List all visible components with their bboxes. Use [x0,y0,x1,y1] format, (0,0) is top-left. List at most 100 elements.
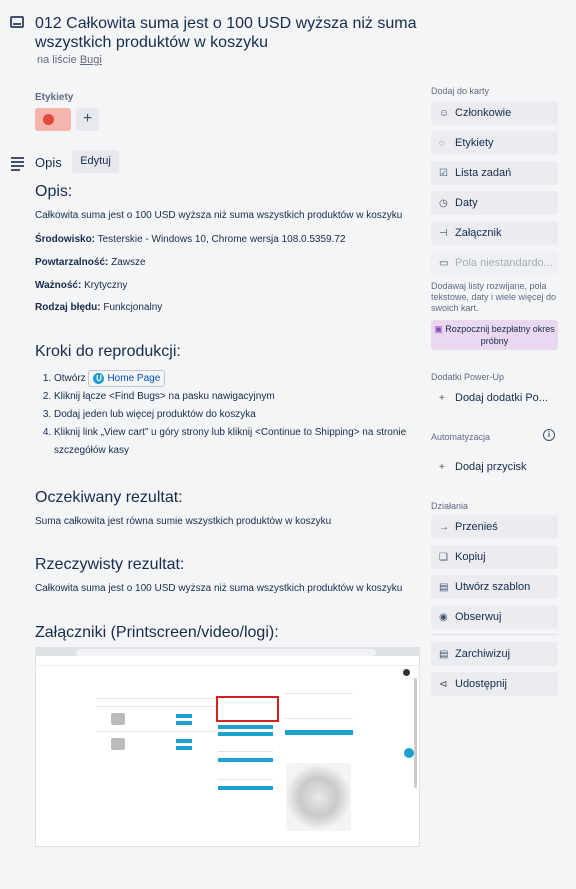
severity-value: Krytyczny [84,280,128,291]
move-button[interactable]: → Przenieś [431,515,558,539]
card-title[interactable]: 012 Całkowita suma jest o 100 USD wyższa… [35,14,435,52]
labels-heading: Etykiety [35,92,74,103]
product-thumbnail [111,713,125,725]
list-link[interactable]: Bugi [80,54,102,66]
home-page-link[interactable]: U Home Page [88,370,166,387]
attachment-button[interactable]: ⊣ Załącznik [431,221,558,245]
labels-button[interactable]: ◌ Etykiety [431,131,558,155]
add-label-button[interactable]: + [76,108,99,131]
automation-heading: Automatyzacja [431,432,491,442]
add-to-card-heading: Dodaj do karty [431,86,490,96]
attachment-label: Załącznik [455,227,502,239]
steps-list: Otwórz UHome Page Kliknij łącze <Find Bu… [37,370,407,460]
repeatability-line: Powtarzalność: Zawsze [35,256,146,269]
card-list-info: na liście Bugi [37,54,102,66]
product-image [286,763,351,831]
edit-description-button[interactable]: Edytuj [72,150,119,173]
browser-tabbar [36,648,419,656]
steps-heading: Kroki do reprodukcji: [35,343,181,360]
add-button-label: Dodaj przycisk [455,461,527,473]
custom-fields-label: Pola niestandardo... [455,257,553,269]
members-label: Członkowie [455,107,512,119]
product-thumbnail [111,738,125,750]
share-button[interactable]: ⊲ Udostępnij [431,672,558,696]
cart-icon [404,748,414,758]
add-powerups-button[interactable]: + Dodaj dodatki Po... [431,386,558,410]
clock-icon: ◷ [439,198,448,209]
environment-line: Środowisko: Testerskie - Windows 10, Chr… [35,233,346,246]
summary-text: Całkowita suma jest o 100 USD wyższa niż… [35,210,403,221]
card-icon [10,16,24,28]
archive-label: Zarchiwizuj [455,648,511,660]
tag-icon: ◌ [439,138,445,149]
actions-heading: Działania [431,501,469,511]
add-button-button[interactable]: + Dodaj przycisk [431,455,558,479]
expected-heading: Oczekiwany rezultat: [35,489,183,506]
archive-button[interactable]: ▤ Zarchiwizuj [431,642,558,666]
actions-divider [431,634,558,635]
bug-type-line: Rodzaj błędu: Funkcjonalny [35,301,162,314]
custom-fields-note: Dodawaj listy rozwijane, pola tekstowe, … [431,281,557,313]
dates-label: Daty [455,197,478,209]
step-item: Kliknij link „View cart” u góry strony l… [54,424,407,460]
checklist-button[interactable]: ☑ Lista zadań [431,161,558,185]
dates-button[interactable]: ◷ Daty [431,191,558,215]
opis-heading: Opis: [35,183,73,200]
list-prefix: na liście [37,54,77,66]
person-icon: ☺ [439,108,450,119]
custom-fields-button[interactable]: ▭ Pola niestandardo... [431,251,558,275]
step-item: Otwórz UHome Page [54,370,407,388]
copy-button[interactable]: ❏ Kopiuj [431,545,558,569]
type-label: Rodzaj błędu: [35,302,101,313]
create-template-button[interactable]: ▤ Utwórz szablon [431,575,558,599]
plus-icon: + [439,393,445,404]
label-chip-red[interactable] [35,108,71,131]
share-icon: ⊲ [439,679,448,690]
trial-label: Rozpocznij bezpłatny okres próbny [445,324,555,346]
attachment-screenshot[interactable] [35,647,420,847]
browser-bookmarks [36,656,419,666]
watch-button[interactable]: ◉ Obserwuj [431,605,558,629]
type-value: Funkcjonalny [103,302,163,313]
help-icon [403,669,410,676]
severity-line: Ważność: Krytyczny [35,279,127,292]
step-item: Dodaj jeden lub więcej produktów do kosz… [54,406,407,424]
info-icon[interactable]: i [543,429,555,441]
env-value: Testerskie - Windows 10, Chrome wersja 1… [97,234,346,245]
actual-text: Całkowita suma jest o 100 USD wyższa niż… [35,583,403,594]
step1-text: Otwórz [54,373,86,384]
copy-label: Kopiuj [455,551,486,563]
checkbox-icon: ☑ [439,168,448,179]
env-label: Środowisko: [35,234,96,245]
template-label: Utwórz szablon [455,581,531,593]
checklist-label: Lista zadań [455,167,512,179]
browser-url-bar [76,649,376,656]
actual-heading: Rzeczywisty rezultat: [35,556,185,573]
description-heading: Opis [35,155,62,170]
home-page-link-label: Home Page [107,373,161,384]
share-label: Udostępnij [455,678,507,690]
severity-label: Ważność: [35,280,82,291]
attachments-heading: Załączniki (Printscreen/video/logi): [35,624,279,641]
expected-text: Suma całkowita jest równa sumie wszystki… [35,516,332,527]
site-logo-icon: U [93,373,105,384]
copy-icon: ❏ [439,552,448,563]
eye-icon: ◉ [439,612,448,623]
labels-label: Etykiety [455,137,494,149]
scrollbar [414,678,417,788]
step-item: Kliknij łącze <Find Bugs> na pasku nawig… [54,388,407,406]
paperclip-icon: ⊣ [439,228,448,239]
trial-icon: ▣ [434,324,443,334]
start-trial-button[interactable]: ▣ Rozpocznij bezpłatny okres próbny [431,320,558,350]
template-icon: ▤ [439,582,449,593]
archive-icon: ▤ [439,649,449,660]
add-powerups-label: Dodaj dodatki Po... [455,392,548,404]
description-icon [11,157,24,173]
label-dot-icon [43,114,54,125]
watch-label: Obserwuj [455,611,502,623]
repeat-value: Zawsze [111,257,146,268]
members-button[interactable]: ☺ Członkowie [431,101,558,125]
highlight-box [216,696,279,722]
powerups-heading: Dodatki Power-Up [431,372,505,382]
arrow-right-icon: → [439,522,449,533]
